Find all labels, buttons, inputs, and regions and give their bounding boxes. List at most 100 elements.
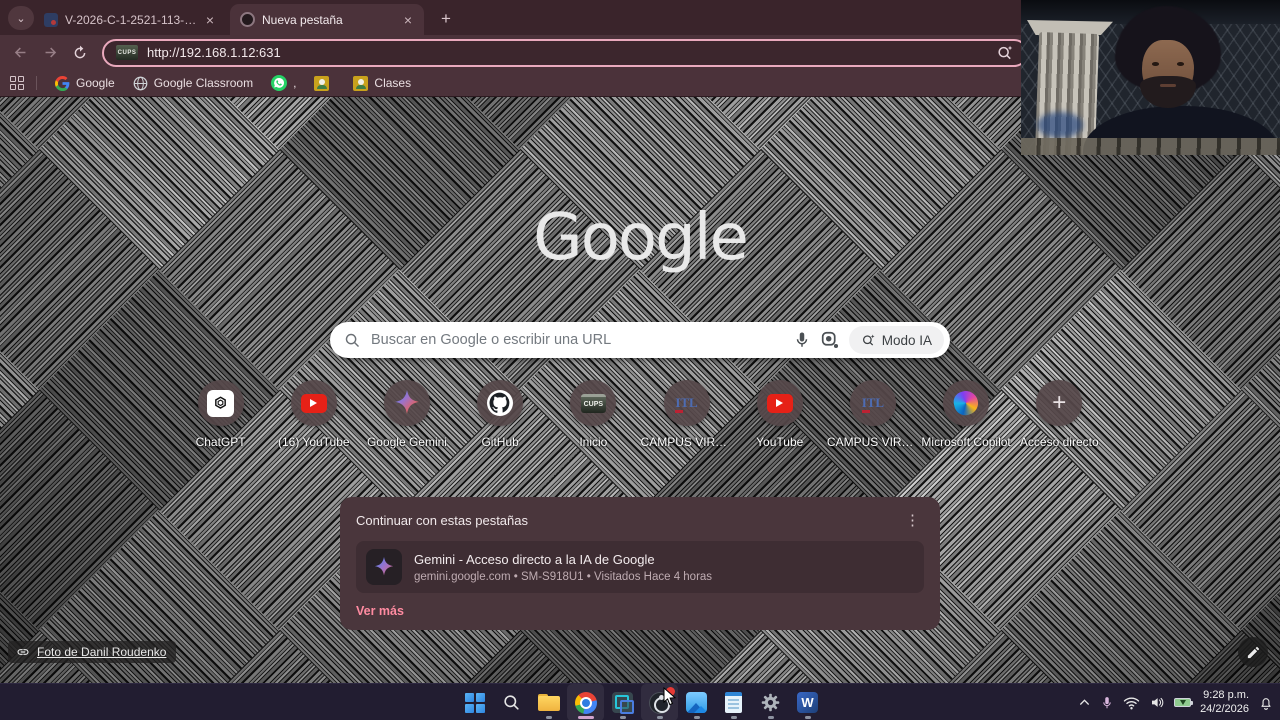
screen: ⌄ V-2026-C-1-2521-113-TI-303: C × Nueva … [0,0,1280,720]
github-icon [487,390,514,416]
notepad-button[interactable] [715,684,752,720]
bookmark-classroom-1[interactable] [308,74,341,93]
shortcut-campus-virtual-1[interactable]: ITL CAMPUS VIRTU... [640,380,733,449]
file-explorer-button[interactable] [530,684,567,720]
continue-tab-item[interactable]: Gemini - Acceso directo a la IA de Googl… [356,541,924,593]
tab-title: V-2026-C-1-2521-113-TI-303: C [65,12,197,27]
tab-new-tab[interactable]: Nueva pestaña × [230,4,424,35]
back-arrow-icon [14,47,25,58]
windows-icon [464,692,485,713]
globe-icon [133,76,148,90]
vmware-button[interactable] [604,684,641,720]
chevron-down-icon: ⌄ [16,12,26,25]
item-title: Gemini - Acceso directo a la IA de Googl… [414,551,655,567]
reload-icon [74,45,86,58]
shortcut-inicio-cups[interactable]: CUPS Inicio [547,380,640,449]
google-lens-icon[interactable] [821,331,839,349]
bookmark-google-classroom[interactable]: Google Classroom [127,74,259,93]
continue-tabs-card: Continuar con estas pestañas ⋮ Gemini - … [340,497,940,630]
shortcut-label: Acceso directo [1019,435,1099,449]
ai-mode-label: Modo IA [881,332,932,348]
chatgpt-icon [207,389,235,417]
shortcut-add[interactable]: + Acceso directo [1013,380,1106,449]
shortcut-label: Microsoft Copilot [921,435,1011,449]
shortcut-github[interactable]: GitHub [454,380,547,449]
wifi-icon[interactable] [1123,696,1140,710]
tab-campus[interactable]: V-2026-C-1-2521-113-TI-303: C × [34,4,226,35]
back-button[interactable] [6,39,34,67]
search-box[interactable]: Modo IA [330,322,950,358]
copilot-icon [951,388,981,418]
google-g-icon [55,75,70,91]
bookmark-label: Google [76,76,115,90]
classroom-icon [314,75,330,91]
gear-icon [761,693,780,712]
clock-time: 9:28 p.m. [1203,688,1249,701]
search-icon [504,695,519,710]
ai-mode-button[interactable]: Modo IA [848,326,944,354]
person-eyes [1152,62,1184,66]
youtube-icon [300,393,327,413]
tab-close-icon[interactable]: × [402,12,414,28]
address-bar[interactable]: CUPS http://192.168.1.12:631 [102,38,1028,67]
photos-icon [686,692,707,713]
see-more-link[interactable]: Ver más [356,604,924,618]
bookmark-whatsapp[interactable]: , [265,73,302,93]
new-tab-button[interactable]: + [434,7,458,31]
ai-search-icon[interactable] [996,44,1014,62]
tab-title: Nueva pestaña [262,12,343,27]
shortcuts-row: ChatGPT (16) YouTube Google Gemini GitHu… [174,380,1106,449]
person-mouth [1160,84,1176,87]
new-tab-page: Google Modo IA [0,97,1280,683]
settings-button[interactable] [752,684,789,720]
tray-microphone-icon[interactable] [1100,695,1114,711]
shortcut-label: YouTube [756,435,804,449]
url-text[interactable]: http://192.168.1.12:631 [147,45,987,60]
vmware-icon [612,692,634,714]
notification-bell-icon[interactable] [1258,695,1274,711]
customize-chrome-button[interactable] [1238,637,1268,667]
shortcut-label: (16) YouTube [277,435,350,449]
tray-chevron-up-icon[interactable] [1078,696,1091,709]
bookmark-label: Clases [374,76,412,90]
taskbar-icons: W [456,684,826,720]
battery-icon[interactable] [1174,698,1194,707]
google-logo: Google [533,201,749,275]
classroom-icon [353,75,369,91]
kebab-menu-icon[interactable]: ⋮ [901,511,924,529]
taskbar-clock[interactable]: 9:28 p.m. 24/2/2026 [1200,689,1249,717]
chrome-button[interactable] [567,684,604,720]
whatsapp-icon [271,75,288,91]
microphone-icon[interactable] [793,331,811,349]
system-tray: 9:28 p.m. 24/2/2026 [1078,684,1274,720]
forward-button[interactable] [36,39,64,67]
search-input[interactable] [371,332,783,348]
table-slats [1021,138,1280,155]
bookmark-google[interactable]: Google [49,74,121,93]
campus-virtual-icon: ITL [675,395,698,413]
photo-attribution[interactable]: Foto de Danil Roudenko [8,641,177,663]
start-button[interactable] [456,684,493,720]
card-title: Continuar con estas pestañas [356,512,528,528]
photos-button[interactable] [678,684,715,720]
cups-icon: CUPS [580,393,606,413]
tab-close-icon[interactable]: × [204,12,216,28]
bookmark-clases[interactable]: Clases [347,74,417,93]
shortcut-microsoft-copilot[interactable]: Microsoft Copilot [920,380,1013,449]
reload-button[interactable] [66,39,94,67]
taskbar-search-button[interactable] [493,684,530,720]
campus-virtual-icon: ITL [861,395,885,413]
tab-search-button[interactable]: ⌄ [8,6,34,30]
apps-grid-icon[interactable] [10,76,24,90]
shortcut-campus-virtual-2[interactable]: ITL CAMPUS VIRTU... [826,380,919,449]
shortcut-youtube-16[interactable]: (16) YouTube [267,380,360,449]
folder-icon [537,694,560,711]
notepad-icon [725,692,742,713]
shortcut-youtube[interactable]: YouTube [733,380,826,449]
youtube-icon [766,393,793,413]
shortcut-google-gemini[interactable]: Google Gemini [360,380,453,449]
word-button[interactable]: W [789,684,826,720]
shortcut-chatgpt[interactable]: ChatGPT [174,380,267,449]
clock-date: 24/2/2026 [1200,702,1249,715]
volume-icon[interactable] [1149,695,1165,710]
